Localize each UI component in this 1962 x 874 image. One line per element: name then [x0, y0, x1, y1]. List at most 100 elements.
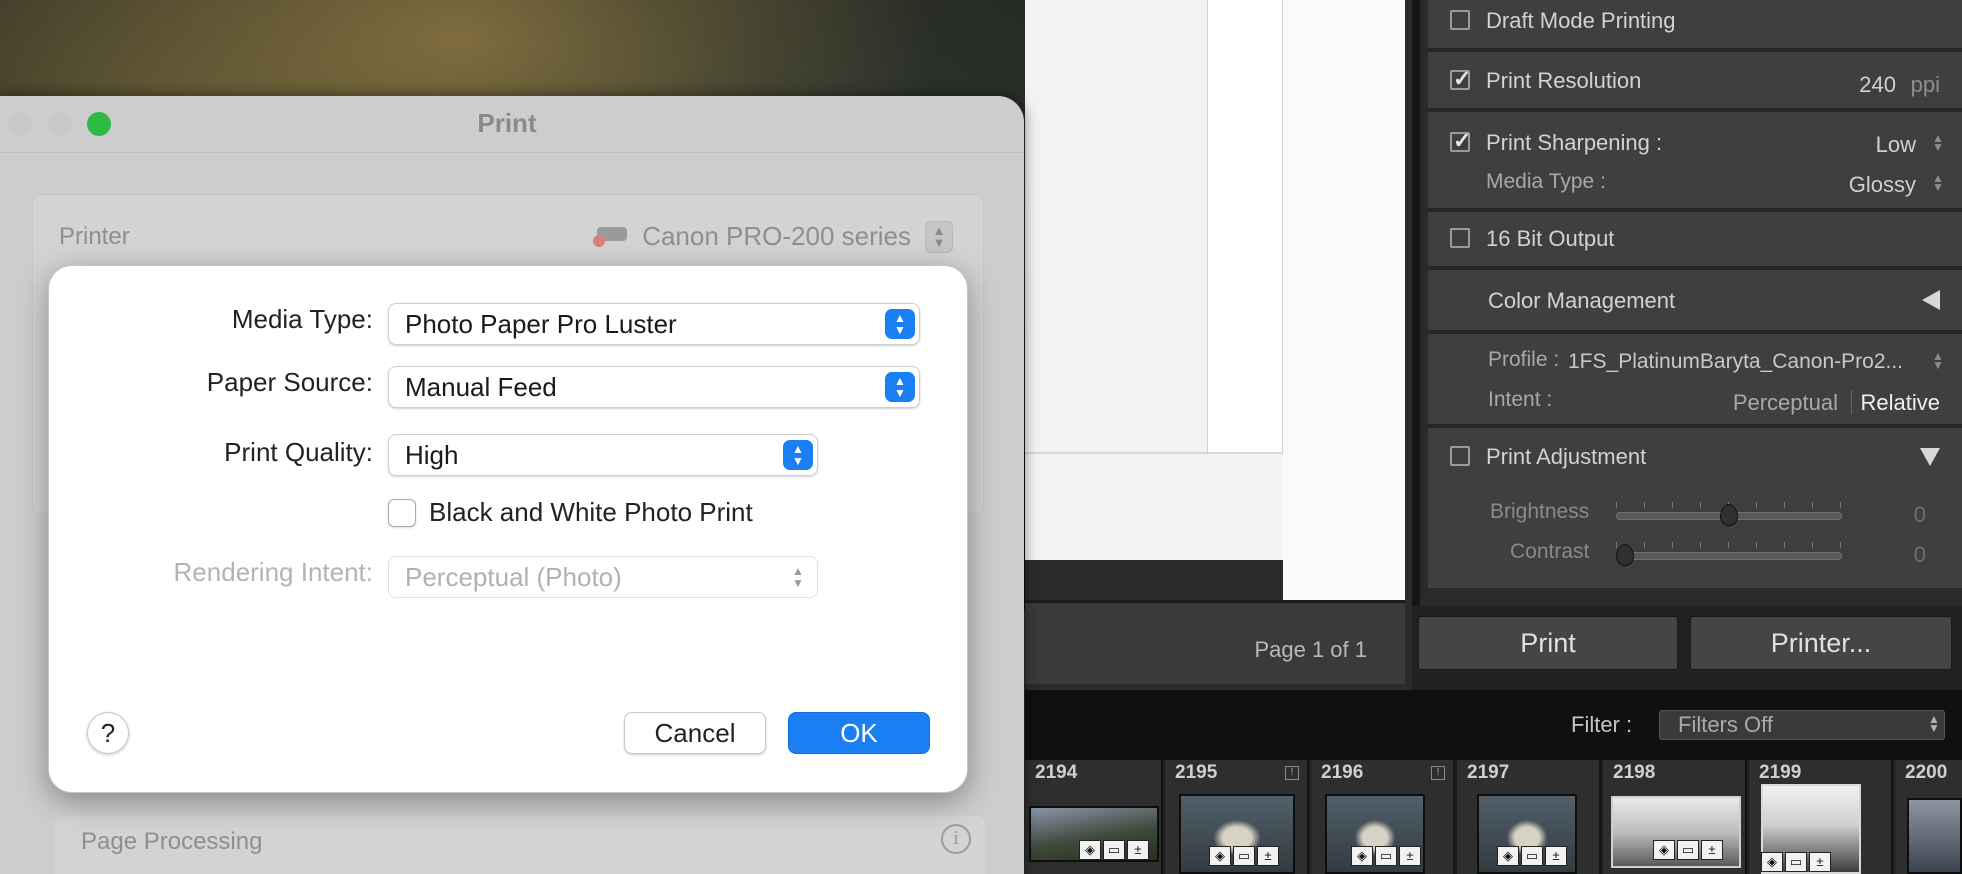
filmstrip-filter-bar: Filter : Filters Off ▲ ▼ — [1025, 690, 1962, 760]
paper-edge — [1283, 0, 1405, 600]
thumbnail-badges: ◈ ▭ ± — [1079, 840, 1149, 860]
filmstrip-frame[interactable]: 2200 — [1895, 760, 1962, 874]
keyword-tag-icon: ◈ — [1653, 840, 1675, 860]
print-adjustment-label: Print Adjustment — [1486, 444, 1647, 469]
page-processing-section[interactable]: Page Processing i — [55, 816, 985, 874]
filmstrip-frame[interactable]: 2194 ◈ ▭ ± — [1025, 760, 1163, 874]
bw-photo-print-label[interactable]: Black and White Photo Print — [429, 497, 753, 528]
preview-toolbar: Page 1 of 1 — [1025, 600, 1405, 684]
filter-select[interactable]: Filters Off ▲ ▼ — [1659, 710, 1945, 740]
thumbnail[interactable] — [1907, 798, 1962, 874]
brightness-slider-thumb[interactable] — [1720, 504, 1738, 526]
print-resolution-checkbox[interactable] — [1450, 66, 1471, 92]
help-button[interactable]: ? — [87, 712, 129, 754]
filmstrip-frame[interactable]: 2198 ◈ ▭ ± — [1603, 760, 1747, 874]
media-type-label: Media Type : — [1486, 170, 1606, 193]
sharpening-stepper-icon[interactable]: ▲ ▼ — [1932, 132, 1944, 153]
thumbnail-badges: ◈ ▭ ± — [1351, 846, 1421, 866]
contrast-slider[interactable] — [1616, 552, 1842, 560]
keyword-tag-icon: ◈ — [1761, 852, 1783, 872]
keyword-tag-icon: ◈ — [1351, 846, 1373, 866]
draft-mode-row[interactable]: Draft Mode Printing — [1428, 0, 1962, 50]
keyword-tag-icon: ◈ — [1497, 846, 1519, 866]
window-title: Print — [477, 108, 537, 138]
printer-options-sheet: Media Type: Photo Paper Pro Luster ▲ ▼ Pa… — [48, 265, 968, 793]
thumbnail-badges: ◈ ▭ ± — [1497, 846, 1567, 866]
media-type-label: Media Type: — [231, 304, 373, 334]
filter-stepper-icon: ▲ ▼ — [1928, 712, 1940, 735]
brightness-label: Brightness — [1490, 500, 1590, 523]
color-management-header[interactable]: Color Management — [1428, 270, 1962, 332]
print-sharpening-checkbox[interactable] — [1450, 128, 1471, 154]
paper-source-label: Paper Source: — [206, 367, 373, 397]
popup-arrows-icon: ▲ ▼ — [885, 309, 915, 339]
frame-number: 2200 — [1905, 762, 1948, 783]
comment-icon: ▭ — [1521, 846, 1543, 866]
contrast-slider-thumb[interactable] — [1616, 544, 1634, 566]
printer-button[interactable]: Printer... — [1690, 616, 1952, 670]
profile-value[interactable]: 1FS_PlatinumBaryta_Canon-Pro2... — [1568, 350, 1903, 374]
info-icon[interactable]: i — [941, 824, 971, 854]
print-resolution-value[interactable]: 240 — [1859, 72, 1896, 98]
collapse-triangle-icon[interactable] — [1922, 290, 1940, 310]
frame-number: 2196 — [1321, 762, 1364, 783]
keyword-tag-icon: ◈ — [1209, 846, 1231, 866]
develop-adjust-icon: ± — [1809, 852, 1831, 872]
print-sharpening-label: Print Sharpening : — [1486, 130, 1663, 155]
comment-icon: ▭ — [1103, 840, 1125, 860]
filmstrip-frame[interactable]: 2197 ◈ ▭ ± — [1457, 760, 1601, 874]
print-button[interactable]: Print — [1418, 616, 1678, 670]
expand-triangle-icon[interactable] — [1920, 448, 1940, 466]
print-quality-label: Print Quality: — [224, 437, 373, 467]
print-resolution-unit: ppi — [1910, 72, 1940, 97]
flag-icon: ! — [1285, 766, 1299, 780]
develop-adjust-icon: ± — [1701, 840, 1723, 860]
title-separator — [0, 152, 1024, 153]
print-sharpening-value[interactable]: Low — [1876, 132, 1916, 158]
color-management-body: Profile : 1FS_PlatinumBaryta_Canon-Pro2.… — [1428, 334, 1962, 426]
bit-output-row[interactable]: 16 Bit Output — [1428, 212, 1962, 268]
draft-mode-label: Draft Mode Printing — [1486, 8, 1676, 33]
printer-select-value[interactable]: Canon PRO-200 series — [642, 221, 911, 252]
intent-relative[interactable]: Relative — [1861, 390, 1940, 416]
comment-icon: ▭ — [1677, 840, 1699, 860]
comment-icon: ▭ — [1785, 852, 1807, 872]
develop-adjust-icon: ± — [1545, 846, 1567, 866]
comment-icon: ▭ — [1375, 846, 1397, 866]
print-quality-popup[interactable]: High ▲ ▼ — [388, 434, 818, 476]
media-type-popup[interactable]: Photo Paper Pro Luster ▲ ▼ — [388, 303, 920, 345]
ok-button[interactable]: OK — [788, 712, 930, 754]
page-count: Page 1 of 1 — [1254, 637, 1367, 662]
profile-stepper-icon[interactable]: ▲ ▼ — [1932, 350, 1944, 371]
cancel-button[interactable]: Cancel — [624, 712, 766, 754]
intent-perceptual[interactable]: Perceptual — [1733, 390, 1838, 416]
brightness-value: 0 — [1913, 502, 1926, 527]
develop-adjust-icon: ± — [1257, 846, 1279, 866]
contrast-value: 0 — [1913, 542, 1926, 567]
filmstrip-frame[interactable]: 2199 ◈ ▭ ± — [1749, 760, 1893, 874]
thumbnail-badges: ◈ ▭ ± — [1761, 852, 1831, 872]
profile-label: Profile : — [1488, 348, 1560, 371]
print-sharpening-row: Print Sharpening : Low ▲▼ Media Type : G… — [1428, 112, 1962, 210]
printer-icon — [593, 227, 627, 247]
develop-adjust-icon: ± — [1127, 840, 1149, 860]
filmstrip-frame[interactable]: 2196 ! ◈ ▭ ± — [1311, 760, 1455, 874]
print-quality-value: High — [405, 440, 459, 470]
bit-output-checkbox[interactable] — [1450, 228, 1470, 248]
printer-stepper-icon[interactable]: ▲ ▼ — [925, 221, 953, 253]
paper-source-popup[interactable]: Manual Feed ▲ ▼ — [388, 366, 920, 408]
draft-mode-checkbox[interactable] — [1450, 10, 1470, 30]
media-type-stepper-icon[interactable]: ▲ ▼ — [1932, 172, 1944, 193]
comment-icon: ▭ — [1233, 846, 1255, 866]
filter-label: Filter : — [1571, 712, 1633, 737]
print-resolution-row[interactable]: Print Resolution 240 ppi — [1428, 52, 1962, 110]
media-type-value[interactable]: Glossy — [1849, 172, 1916, 198]
bw-photo-print-checkbox[interactable] — [388, 499, 416, 527]
contrast-ticks — [1616, 542, 1842, 548]
intent-label: Intent : — [1488, 388, 1553, 411]
frame-number: 2197 — [1467, 762, 1510, 783]
print-adjustment-checkbox[interactable] — [1450, 446, 1470, 466]
flag-icon: ! — [1431, 766, 1445, 780]
filmstrip-frame[interactable]: 2195 ! ◈ ▭ ± — [1165, 760, 1309, 874]
rendering-intent-label: Rendering Intent: — [173, 557, 373, 587]
